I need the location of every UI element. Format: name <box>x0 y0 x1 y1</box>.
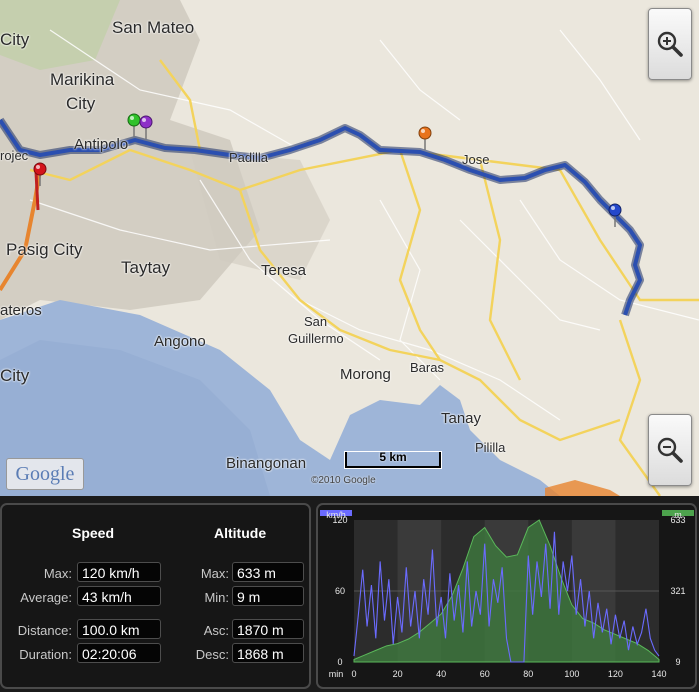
speed-average-label: Average: <box>20 590 72 605</box>
place-label: Pililla <box>475 440 506 455</box>
distance-label: Distance: <box>17 623 72 638</box>
place-label: Binangonan <box>226 455 307 472</box>
place-label: Teresa <box>261 262 307 279</box>
descent-label: Desc: <box>195 647 229 662</box>
x-tick-label: 60 <box>480 669 490 679</box>
descent-value: 1868 m <box>232 643 304 663</box>
stats-panel: Speed Altitude Max: 120 km/h Average: 43… <box>0 503 311 689</box>
place-label: City <box>66 94 96 113</box>
altitude-min-label: Min: <box>204 590 229 605</box>
speed-average-value: 43 km/h <box>77 586 161 606</box>
zoom-in-icon <box>657 31 683 57</box>
place-label: Jose <box>462 152 490 167</box>
ascent-label: Asc: <box>203 623 229 638</box>
place-label: Taytay <box>121 258 171 277</box>
speed-max-label: Max: <box>43 566 72 581</box>
place-label: City <box>0 366 30 385</box>
map-view[interactable]: San Mateo Marikina City City Antipolo Pa… <box>0 0 699 496</box>
altitude-max-label: Max: <box>200 566 229 581</box>
profile-chart-panel[interactable]: km/h 0 60 120 m 9 321 633 min 0 20 40 60 80 100 120 140 <box>316 503 697 689</box>
zoom-in-button[interactable] <box>648 8 692 80</box>
speed-heading: Speed <box>72 525 115 541</box>
place-label: Guillermo <box>288 331 344 346</box>
place-label: San Mateo <box>112 18 195 37</box>
place-label: ateros <box>0 302 42 319</box>
altitude-tick-label: 321 <box>670 586 685 596</box>
altitude-tick-label: 9 <box>675 657 680 667</box>
zoom-out-button[interactable] <box>648 414 692 486</box>
altitude-tick-label: 633 <box>670 515 685 525</box>
zoom-out-icon <box>657 437 683 463</box>
place-label: Antipolo <box>74 136 129 153</box>
speed-tick-label: 60 <box>335 586 345 596</box>
x-tick-label: 80 <box>523 669 533 679</box>
place-label: Morong <box>340 366 391 383</box>
x-tick-label: 100 <box>564 669 579 679</box>
altitude-min-value: 9 m <box>232 586 304 606</box>
speed-tick-label: 120 <box>332 515 347 525</box>
place-label: City <box>0 30 30 49</box>
scale-label: 5 km <box>379 450 407 464</box>
place-label: Marikina <box>50 70 115 89</box>
place-label: Baras <box>410 360 444 375</box>
place-label: San <box>304 314 328 329</box>
google-logo: Google <box>6 458 84 490</box>
place-label: Padilla <box>229 150 269 165</box>
scale-bar: 5 km <box>345 450 441 468</box>
x-tick-label: 40 <box>436 669 446 679</box>
x-tick-label: 20 <box>393 669 403 679</box>
speed-max-value: 120 km/h <box>77 562 161 582</box>
speed-altitude-chart[interactable]: km/h060120 m9321633min 0 20 40 60 80 100 120 140 <box>318 505 695 687</box>
altitude-heading: Altitude <box>214 525 267 541</box>
x-tick-label: 140 <box>651 669 666 679</box>
ascent-value: 1870 m <box>232 619 304 639</box>
place-label: Angono <box>154 333 206 350</box>
x-axis-label: min <box>329 669 344 679</box>
duration-value: 02:20:06 <box>77 643 161 663</box>
x-tick-label: 0 <box>351 669 356 679</box>
distance-value: 100.0 km <box>77 619 161 639</box>
place-label: Pasig City <box>6 240 83 259</box>
map-copyright: ©2010 Google <box>311 475 376 486</box>
duration-label: Duration: <box>19 647 72 662</box>
speed-tick-label: 0 <box>337 657 342 667</box>
place-label: rojec <box>0 148 29 163</box>
place-label: Tanay <box>441 410 482 427</box>
altitude-max-value: 633 m <box>232 562 304 582</box>
x-tick-label: 120 <box>608 669 623 679</box>
